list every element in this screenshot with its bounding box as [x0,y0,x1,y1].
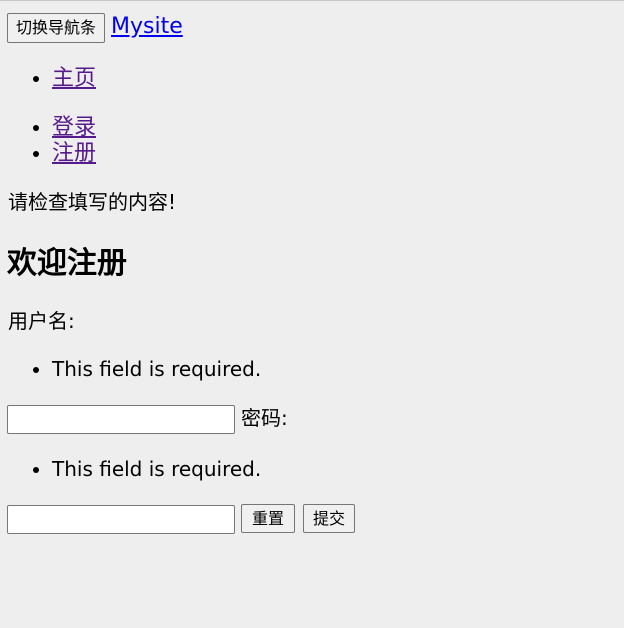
password-errors: This field is required. [0,456,261,482]
nav-item-home: 主页 [52,66,96,92]
username-label: 用户名: [8,309,75,333]
register-link[interactable]: 注册 [52,141,96,166]
password-error: This field is required. [52,456,261,482]
nav-right-menu: 登录 注册 [0,115,96,167]
nav-toggle-button[interactable]: 切换导航条 [7,13,106,43]
submit-button[interactable]: 提交 [303,504,356,533]
nav-left-menu: 主页 [0,66,96,92]
brand-link[interactable]: Mysite [111,14,183,39]
nav-item-login: 登录 [52,115,96,141]
nav-item-register: 注册 [52,141,96,167]
username-input[interactable] [7,405,235,434]
home-link[interactable]: 主页 [52,66,96,91]
page-title: 欢迎注册 [7,246,127,281]
reset-button[interactable]: 重置 [241,504,296,533]
navbar: 切换导航条 Mysite [7,13,183,43]
login-link[interactable]: 登录 [52,115,96,140]
alert-message: 请检查填写的内容! [8,190,177,214]
username-error: This field is required. [52,356,261,382]
username-errors: This field is required. [0,356,261,382]
password-label: 密码: [241,406,288,430]
password-input[interactable] [7,505,235,534]
